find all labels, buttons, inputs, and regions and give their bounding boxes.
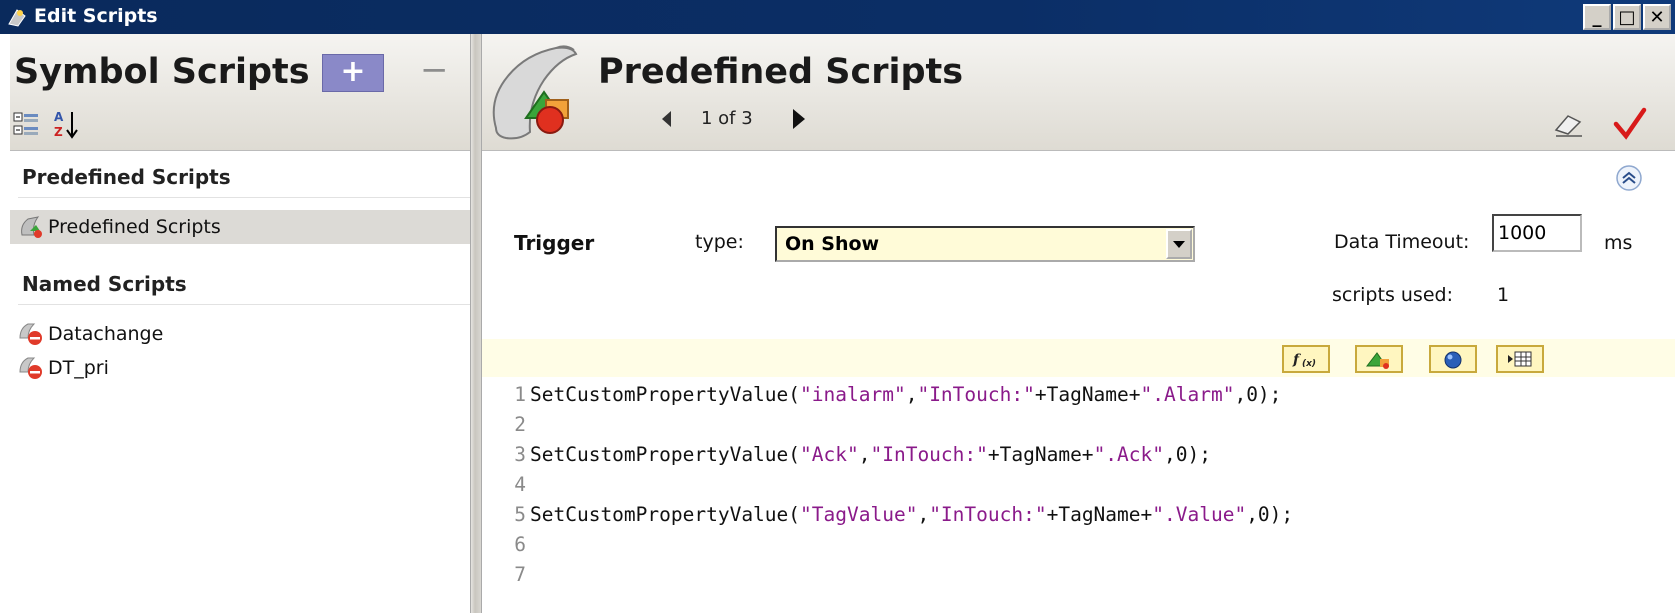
maximize-button[interactable]: □ — [1613, 4, 1641, 30]
function-icon: f (x) — [1292, 352, 1316, 369]
code-text: SetCustomPropertyValue("TagValue","InTou… — [530, 502, 1294, 526]
data-timeout-label: Data Timeout: — [1334, 231, 1470, 253]
insert-element-button[interactable] — [1355, 345, 1403, 373]
close-button[interactable]: ✕ — [1643, 4, 1671, 30]
code-line: 3 SetCustomPropertyValue("Ack","InTouch:… — [482, 439, 1211, 469]
eraser-icon[interactable] — [1552, 110, 1586, 138]
script-icon — [21, 216, 42, 238]
pager: 1 of 3 — [662, 108, 805, 129]
svg-text:(x): (x) — [1302, 359, 1316, 369]
list-item-dt-pri[interactable]: DT_pri — [10, 351, 480, 385]
left-header: Symbol Scripts + − A Z — [10, 34, 480, 151]
code-text: SetCustomPropertyValue("Ack","InTouch:"+… — [530, 442, 1211, 466]
symbol-scripts-panel: Symbol Scripts + − A Z Predefined Script… — [0, 34, 480, 613]
line-number: 2 — [514, 412, 526, 436]
property-list-icon — [1508, 351, 1532, 367]
code-text: SetCustomPropertyValue("inalarm","InTouc… — [530, 382, 1282, 406]
script-list: Predefined Scripts Predefined Scripts Na… — [10, 151, 480, 613]
section-header-named: Named Scripts — [22, 272, 187, 296]
script-title: Predefined Scripts — [598, 52, 964, 92]
checkmark-icon[interactable] — [1612, 106, 1648, 142]
next-arrow-icon[interactable] — [792, 108, 805, 129]
previous-arrow-icon[interactable] — [662, 110, 671, 127]
editor-toolbar: f (x) — [482, 339, 1675, 377]
svg-text:f: f — [1292, 352, 1302, 368]
panel-splitter[interactable] — [470, 34, 482, 613]
item-label: DT_pri — [48, 357, 109, 379]
item-label: Predefined Scripts — [48, 216, 221, 238]
code-line: 1 SetCustomPropertyValue("inalarm","InTo… — [482, 379, 1281, 409]
timeout-unit-label: ms — [1604, 232, 1633, 254]
code-line: 7 — [482, 559, 530, 589]
line-number: 6 — [514, 532, 526, 556]
line-number: 5 — [514, 502, 526, 526]
line-number: 4 — [514, 472, 526, 496]
remove-script-button[interactable]: − — [420, 50, 449, 90]
list-item-predefined-scripts[interactable]: Predefined Scripts — [10, 210, 480, 244]
scripts-used-value: 1 — [1497, 284, 1510, 306]
minimize-button[interactable]: _ — [1583, 4, 1611, 30]
trigger-label: Trigger — [514, 231, 595, 255]
script-editor-panel: Predefined Scripts 1 of 3 Trigger type: … — [482, 34, 1675, 613]
property-list-button[interactable] — [1496, 345, 1544, 373]
code-line: 4 — [482, 469, 530, 499]
script-code-editor[interactable]: 1 SetCustomPropertyValue("inalarm","InTo… — [482, 377, 1675, 613]
svg-text:Z: Z — [54, 125, 63, 139]
line-number: 7 — [514, 562, 526, 586]
sort-alphabetical-icon[interactable]: A Z — [52, 108, 82, 140]
dropdown-arrow-icon[interactable] — [1166, 229, 1192, 259]
divider — [18, 197, 476, 198]
script-scroll-icon — [492, 45, 578, 140]
section-header-predefined: Predefined Scripts — [22, 165, 231, 189]
data-timeout-input[interactable] — [1492, 214, 1582, 252]
object-browser-icon — [1444, 351, 1462, 369]
trigger-type-value: On Show — [785, 233, 880, 255]
named-script-icon — [19, 357, 42, 379]
code-line: 2 — [482, 409, 530, 439]
right-header: Predefined Scripts 1 of 3 — [482, 34, 1675, 151]
named-script-icon — [19, 323, 42, 345]
object-browser-button[interactable] — [1429, 345, 1477, 373]
app-icon — [8, 9, 26, 27]
categorized-view-icon[interactable] — [12, 110, 40, 138]
divider — [18, 304, 476, 305]
add-script-button[interactable]: + — [322, 54, 384, 92]
window-title: Edit Scripts — [34, 5, 158, 27]
type-label: type: — [695, 231, 744, 253]
page-indicator: 1 of 3 — [701, 108, 753, 129]
item-label: Datachange — [48, 323, 164, 345]
collapse-section-icon[interactable] — [1615, 164, 1643, 192]
line-number: 3 — [514, 442, 526, 466]
svg-text:A: A — [54, 110, 64, 124]
list-item-datachange[interactable]: Datachange — [10, 317, 480, 351]
code-line: 6 — [482, 529, 530, 559]
title-bar: Edit Scripts _ □ ✕ — [0, 0, 1675, 34]
scripts-used-label: scripts used: — [1332, 284, 1453, 306]
function-button[interactable]: f (x) — [1282, 345, 1330, 373]
code-line: 5 SetCustomPropertyValue("TagValue","InT… — [482, 499, 1293, 529]
trigger-type-select[interactable]: On Show — [775, 226, 1195, 262]
panel-title: Symbol Scripts — [14, 52, 310, 92]
line-number: 1 — [514, 382, 526, 406]
insert-element-icon — [1365, 352, 1389, 369]
